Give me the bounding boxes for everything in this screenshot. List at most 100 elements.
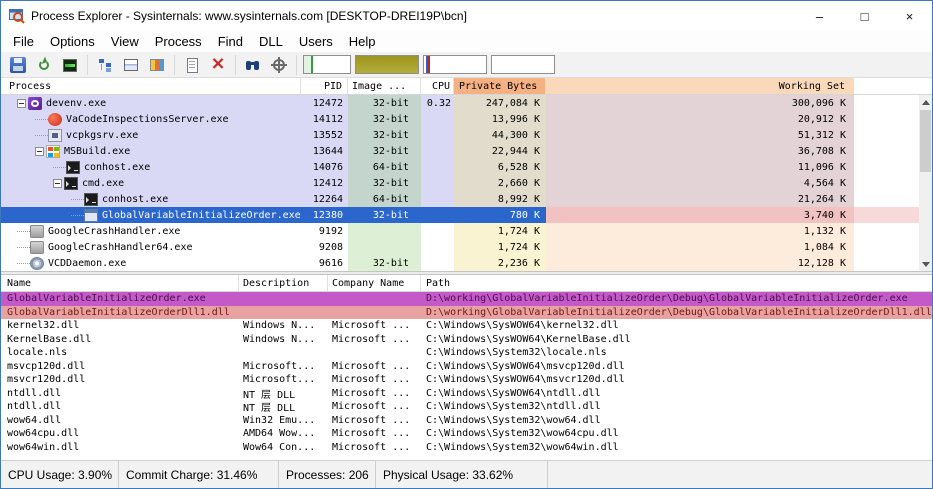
image-type-cell: 64-bit — [348, 191, 421, 207]
process-row[interactable]: cmd.exe 12412 32-bit 2,660 K 4,564 K — [1, 175, 919, 191]
dll-path-cell: C:\Windows\SysWOW64\msvcp120d.dll — [426, 360, 625, 372]
dll-row[interactable]: wow64win.dll Wow64 Con... Microsoft ... C:\… — [1, 440, 932, 454]
dll-row[interactable]: msvcr120d.dll Microsoft... Microsoft ... C:… — [1, 373, 932, 387]
refresh-button[interactable] — [31, 53, 57, 77]
process-row[interactable]: GoogleCrashHandler64.exe 9208 1,724 K 1,084… — [1, 239, 919, 255]
dll-company-cell: Microsoft ... — [332, 320, 411, 332]
process-row[interactable]: MSBuild.exe 13644 32-bit 22,944 K 36,708 K — [1, 143, 919, 159]
process-tree-button[interactable] — [92, 53, 118, 77]
dll-row[interactable]: GlobalVariableInitializeOrderDll1.dll D:\… — [1, 305, 932, 319]
tree-connector-icon — [17, 240, 30, 248]
column-header-pid[interactable]: PID — [301, 78, 348, 94]
dll-row[interactable]: KernelBase.dll Windows N... Microsoft ... C… — [1, 332, 932, 346]
column-header-company-name[interactable]: Company Name — [328, 275, 421, 291]
view-dlls-button[interactable] — [144, 53, 170, 77]
find-handle-dll-button[interactable] — [240, 53, 266, 77]
column-header-description[interactable]: Description — [239, 275, 328, 291]
close-button[interactable]: × — [887, 2, 932, 31]
scrollbar-thumb[interactable] — [920, 110, 931, 172]
tree-connector-icon — [53, 160, 66, 168]
process-name: vcpkgsrv.exe — [66, 129, 139, 141]
row-filler — [854, 255, 919, 271]
dll-description-cell: NT 层 DLL — [243, 403, 296, 415]
process-row[interactable]: conhost.exe 12264 64-bit 8,992 K 21,264 K — [1, 191, 919, 207]
column-header-image-type[interactable]: Image ... — [348, 78, 421, 94]
dll-row[interactable]: ntdll.dll NT 层 DLL Microsoft ... C:\Windows… — [1, 400, 932, 414]
maximize-button[interactable]: □ — [842, 2, 887, 31]
dll-path-cell: C:\Windows\SysWOW64\kernel32.dll — [426, 320, 619, 332]
process-row[interactable]: VaCodeInspectionsServer.exe 14112 32-bit 13… — [1, 111, 919, 127]
process-row[interactable]: vcpkgsrv.exe 13552 32-bit 44,300 K 51,312 K — [1, 127, 919, 143]
dll-table-header: Name Description Company Name Path — [1, 275, 932, 292]
dll-row[interactable]: GlobalVariableInitializeOrder.exe D:\work… — [1, 292, 932, 306]
process-row[interactable]: GoogleCrashHandler.exe 9192 1,724 K 1,132 K — [1, 223, 919, 239]
scrollbar-track[interactable] — [919, 108, 932, 258]
dll-company-cell: Microsoft ... — [332, 414, 411, 426]
pid-cell: 12472 — [301, 95, 348, 111]
process-row[interactable]: conhost.exe 14076 64-bit 6,528 K 11,096 K — [1, 159, 919, 175]
process-pane: Process PID Image ... CPU Private Bytes … — [1, 78, 932, 271]
private-bytes-cell: 1,724 K — [454, 239, 546, 255]
dll-path-cell: C:\Windows\System32\wow64.dll — [426, 414, 601, 426]
properties-button[interactable] — [179, 53, 205, 77]
minimize-button[interactable]: – — [797, 2, 842, 31]
column-header-cpu[interactable]: CPU — [421, 78, 454, 94]
status-bar: CPU Usage: 3.90% Commit Charge: 31.46% P… — [1, 460, 932, 488]
image-type-cell: 32-bit — [348, 127, 421, 143]
toolbar — [1, 52, 932, 78]
menu-item-help[interactable]: Help — [341, 32, 384, 51]
toolbar-separator — [296, 54, 297, 75]
dll-row[interactable]: kernel32.dll Windows N... Microsoft ... C:\… — [1, 319, 932, 333]
column-header-working-set[interactable]: Working Set — [546, 78, 854, 94]
menu-item-users[interactable]: Users — [291, 32, 341, 51]
dll-row[interactable]: locale.nls C:\Windows\System32\locale.nls — [1, 346, 932, 360]
process-row[interactable]: devenv.exe 12472 32-bit 0.32 247,084 K 300,09… — [1, 95, 919, 111]
tree-connector-icon — [71, 208, 84, 216]
triangle-down-icon — [921, 261, 930, 271]
crash-handler-icon — [30, 224, 44, 238]
dll-path-cell: D:\working\GlobalVariableInitializeOrder… — [426, 293, 908, 305]
scroll-down-button[interactable] — [919, 258, 932, 271]
collapse-toggle[interactable] — [35, 146, 44, 156]
gpu-usage-graph[interactable] — [491, 55, 555, 74]
menu-item-find[interactable]: Find — [210, 32, 251, 51]
process-cell: VaCodeInspectionsServer.exe — [1, 111, 301, 127]
column-header-process[interactable]: Process — [1, 78, 301, 94]
dll-row[interactable]: wow64cpu.dll AMD64 Wow... Microsoft ... C:\… — [1, 427, 932, 441]
column-header-name[interactable]: Name — [1, 275, 239, 291]
process-cell: GlobalVariableInitializeOrder.exe — [1, 207, 301, 223]
find-window-button[interactable] — [266, 53, 292, 77]
dll-row[interactable]: ntdll.dll NT 层 DLL Microsoft ... C:\Windows… — [1, 386, 932, 401]
collapse-toggle[interactable] — [17, 98, 26, 108]
console-icon — [84, 192, 98, 206]
pid-cell: 12380 — [301, 207, 348, 223]
save-button[interactable] — [5, 53, 31, 77]
dll-row[interactable]: msvcp120d.dll Microsoft... Microsoft ... C:… — [1, 359, 932, 373]
column-header-private-bytes[interactable]: Private Bytes — [454, 78, 546, 94]
dll-path-cell: D:\working\GlobalVariableInitializeOrder… — [426, 306, 932, 318]
process-name: MSBuild.exe — [64, 145, 131, 157]
collapse-toggle[interactable] — [53, 178, 62, 188]
menu-item-dll[interactable]: DLL — [251, 32, 291, 51]
cpu-cell — [421, 207, 454, 223]
kill-process-button[interactable] — [205, 53, 231, 77]
commit-usage-graph[interactable] — [355, 55, 419, 74]
row-filler — [854, 175, 919, 191]
scroll-up-button[interactable] — [919, 95, 932, 108]
cpu-cell — [421, 159, 454, 175]
system-information-button[interactable] — [57, 53, 83, 77]
lower-pane-button[interactable] — [118, 53, 144, 77]
dll-row[interactable]: wow64.dll Win32 Emu... Microsoft ... C:\Win… — [1, 413, 932, 427]
cpu-usage-graph[interactable] — [303, 55, 351, 74]
menu-item-view[interactable]: View — [103, 32, 147, 51]
process-row[interactable]: GlobalVariableInitializeOrder.exe 12380 32… — [1, 207, 919, 223]
io-usage-graph[interactable] — [423, 55, 487, 74]
menu-item-options[interactable]: Options — [42, 32, 103, 51]
column-header-path[interactable]: Path — [421, 275, 932, 291]
process-name: VaCodeInspectionsServer.exe — [66, 113, 229, 125]
process-row[interactable]: VCDDaemon.exe 9616 32-bit 2,236 K 12,128 K — [1, 255, 919, 271]
process-scrollbar[interactable] — [919, 95, 932, 271]
menu-item-file[interactable]: File — [5, 32, 42, 51]
menu-item-process[interactable]: Process — [147, 32, 210, 51]
